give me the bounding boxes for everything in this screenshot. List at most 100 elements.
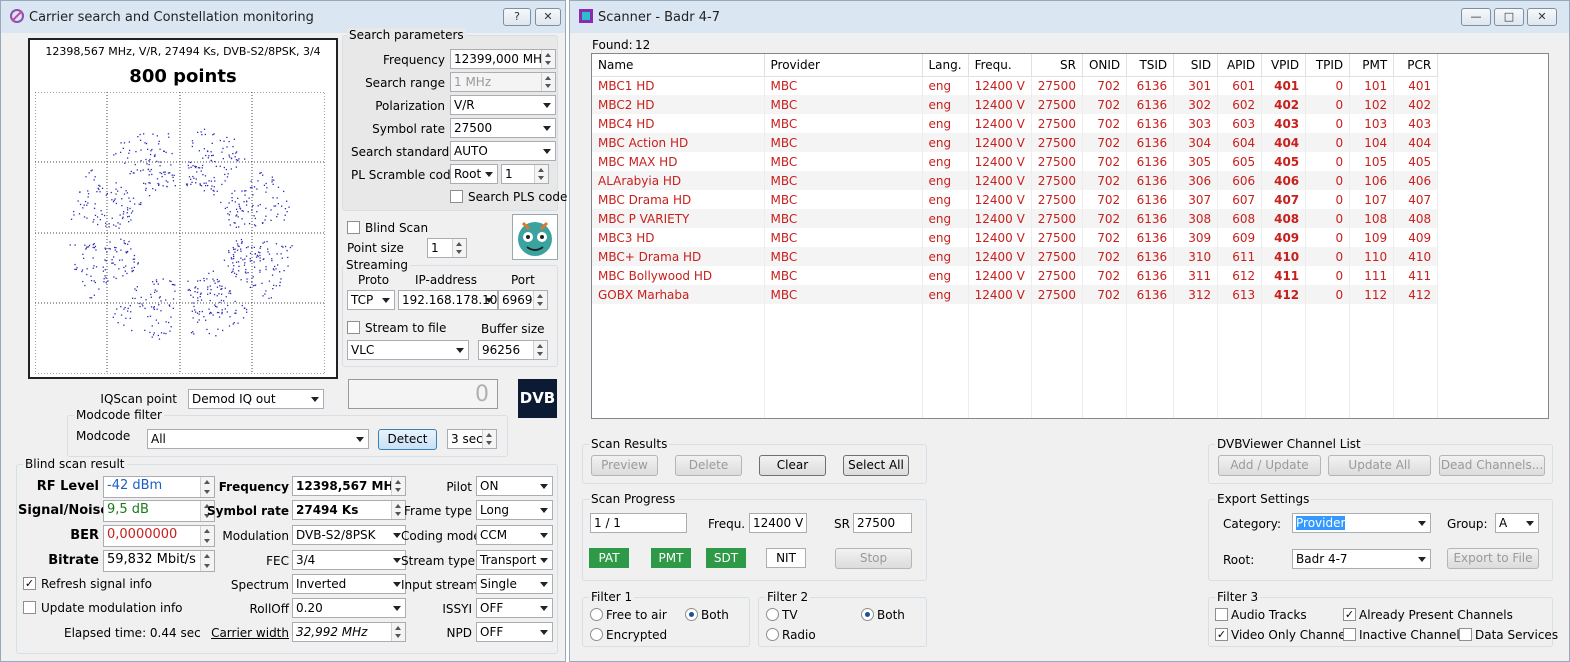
root-select[interactable]: Badr 4-7 <box>1292 549 1431 569</box>
constellation-point <box>228 250 230 252</box>
dead-channels-button[interactable]: Dead Channels... <box>1439 455 1545 476</box>
search-range-input[interactable]: 1 MHz <box>450 72 556 92</box>
scanner-title-bar[interactable]: Scanner - Badr 4-7 — □ ✕ <box>570 1 1569 33</box>
table-body[interactable]: MBC1 HD MBC eng 12400 V 27500 702 6136 301 601 40… <box>592 76 1439 418</box>
category-select[interactable]: Provider <box>1292 513 1431 533</box>
minimize-button[interactable]: — <box>1461 8 1491 26</box>
stream-to-file-checkbox[interactable] <box>347 321 360 334</box>
constellation-point <box>192 175 194 178</box>
clear-button[interactable]: Clear <box>759 455 826 476</box>
table-row[interactable]: ALArabyia HD MBC eng 12400 V 27500 702 6136 306… <box>592 171 1439 190</box>
column-header[interactable]: ONID <box>1082 54 1128 77</box>
table-row[interactable]: MBC1 HD MBC eng 12400 V 27500 702 6136 301 601 40… <box>592 76 1439 95</box>
channel-table[interactable]: Name Provider Lang. Frequ. SR ONID TSID SID APID… <box>591 53 1549 419</box>
table-row[interactable]: MBC Bollywood HD MBC eng 12400 V 27500 702 613… <box>592 266 1439 285</box>
table-cell: 0 <box>1305 285 1351 304</box>
player-select[interactable]: VLC <box>347 340 469 360</box>
ip-address-select[interactable]: 192.168.178.10 <box>398 290 498 310</box>
modcode-select[interactable]: All <box>147 429 369 449</box>
table-row[interactable]: MBC P VARIETY MBC eng 12400 V 27500 702 6136 30… <box>592 209 1439 228</box>
column-header[interactable]: Name <box>592 54 765 77</box>
point-size-input[interactable]: 1 <box>427 238 467 258</box>
rolloff-select[interactable]: 0.20 <box>292 598 406 618</box>
npd-select[interactable]: OFF <box>476 622 553 642</box>
column-header[interactable]: TPID <box>1305 54 1351 77</box>
iqscan-select[interactable]: Demod IQ out <box>188 389 324 409</box>
modulation-select[interactable]: DVB-S2/8PSK <box>292 525 406 545</box>
port-input[interactable]: 6969 <box>498 290 548 310</box>
table-row[interactable]: MBC2 HD MBC eng 12400 V 27500 702 6136 302 602 40… <box>592 95 1439 114</box>
pilot-select[interactable]: ON <box>476 476 553 496</box>
pl-scramble-mode-select[interactable]: Root <box>450 164 498 184</box>
spectrum-select[interactable]: Inverted <box>292 574 406 594</box>
table-row[interactable]: MBC3 HD MBC eng 12400 V 27500 702 6136 309 609 40… <box>592 228 1439 247</box>
tv-radio[interactable] <box>766 608 779 621</box>
table-row[interactable]: MBC Drama HD MBC eng 12400 V 27500 702 6136 307… <box>592 190 1439 209</box>
constellation-point <box>240 279 242 281</box>
update-modulation-checkbox[interactable] <box>23 601 36 614</box>
table-row[interactable]: MBC4 HD MBC eng 12400 V 27500 702 6136 303 603 40… <box>592 114 1439 133</box>
stop-button[interactable]: Stop <box>835 548 912 569</box>
stream-type-select[interactable]: Transport <box>476 550 553 570</box>
interval-input[interactable]: 3 sec <box>447 429 497 449</box>
help-button[interactable]: ? <box>503 8 531 26</box>
fec-select[interactable]: 3/4 <box>292 550 406 570</box>
close-button[interactable]: ✕ <box>1527 8 1557 26</box>
constellation-point <box>240 248 242 250</box>
polarization-select[interactable]: V/R <box>450 95 556 115</box>
search-pls-checkbox[interactable] <box>450 190 463 203</box>
table-header[interactable]: Name Provider Lang. Frequ. SR ONID TSID SID APID… <box>592 54 1439 77</box>
column-header[interactable]: TSID <box>1126 54 1175 77</box>
column-header[interactable]: PCR <box>1393 54 1439 77</box>
select-all-button[interactable]: Select All <box>843 455 909 476</box>
encrypted-radio[interactable] <box>590 628 603 641</box>
audio-tracks-checkbox[interactable] <box>1215 608 1228 621</box>
pl-scramble-value-input[interactable]: 1 <box>501 164 549 184</box>
column-header[interactable]: VPID <box>1261 54 1307 77</box>
maximize-button[interactable]: □ <box>1494 8 1524 26</box>
video-only-checkbox[interactable]: ✓ <box>1215 628 1228 641</box>
buffer-size-input[interactable]: 96256 <box>478 340 548 360</box>
column-header[interactable]: Frequ. <box>968 54 1032 77</box>
update-all-button[interactable]: Update All <box>1328 455 1431 476</box>
column-header[interactable]: PMT <box>1349 54 1395 77</box>
frame-type-select[interactable]: Long <box>476 500 553 520</box>
title-bar[interactable]: Carrier search and Constellation monitor… <box>1 1 565 33</box>
refresh-signal-checkbox[interactable]: ✓ <box>23 577 36 590</box>
detect-button[interactable]: Detect <box>378 429 437 450</box>
filter2-both-radio[interactable] <box>861 608 874 621</box>
frequency-input[interactable]: 12399,000 MHz <box>450 49 556 69</box>
issyi-select[interactable]: OFF <box>476 598 553 618</box>
filter1-both-radio[interactable] <box>685 608 698 621</box>
free-to-air-radio[interactable] <box>590 608 603 621</box>
export-to-file-button[interactable]: Export to File <box>1447 548 1539 569</box>
data-services-checkbox[interactable] <box>1459 628 1472 641</box>
search-standard-select[interactable]: AUTO <box>450 141 556 161</box>
preview-button[interactable]: Preview <box>591 455 658 476</box>
inactive-channels-checkbox[interactable] <box>1343 628 1356 641</box>
input-stream-select[interactable]: Single <box>476 574 553 594</box>
blind-scan-checkbox[interactable] <box>347 221 360 234</box>
radio-radio[interactable] <box>766 628 779 641</box>
table-row[interactable]: MBC+ Drama HD MBC eng 12400 V 27500 702 6136 31… <box>592 247 1439 266</box>
carrier-width-label[interactable]: Carrier width <box>206 626 289 640</box>
group-select[interactable]: A <box>1495 513 1539 533</box>
symbol-rate-select[interactable]: 27500 <box>450 118 556 138</box>
table-row[interactable]: GOBX Marhaba MBC eng 12400 V 27500 702 6136 312… <box>592 285 1439 304</box>
channel-grid[interactable]: Name Provider Lang. Frequ. SR ONID TSID SID APID… <box>592 54 1439 418</box>
delete-button[interactable]: Delete <box>675 455 742 476</box>
column-header[interactable]: SR <box>1031 54 1083 77</box>
table-row[interactable]: MBC MAX HD MBC eng 12400 V 27500 702 6136 305 60… <box>592 152 1439 171</box>
column-header[interactable]: SID <box>1173 54 1219 77</box>
column-header[interactable]: APID <box>1217 54 1263 77</box>
coding-mode-select[interactable]: CCM <box>476 525 553 545</box>
column-header[interactable]: Lang. <box>922 54 969 77</box>
pl-scramble-label: PL Scramble code <box>351 168 459 182</box>
table-row[interactable]: MBC Action HD MBC eng 12400 V 27500 702 6136 30… <box>592 133 1439 152</box>
already-present-checkbox[interactable]: ✓ <box>1343 608 1356 621</box>
add-update-button[interactable]: Add / Update <box>1218 455 1321 476</box>
constellation-point <box>243 307 245 309</box>
proto-select[interactable]: TCP <box>347 290 395 310</box>
column-header[interactable]: Provider <box>764 54 923 77</box>
close-button[interactable]: ✕ <box>535 8 561 26</box>
